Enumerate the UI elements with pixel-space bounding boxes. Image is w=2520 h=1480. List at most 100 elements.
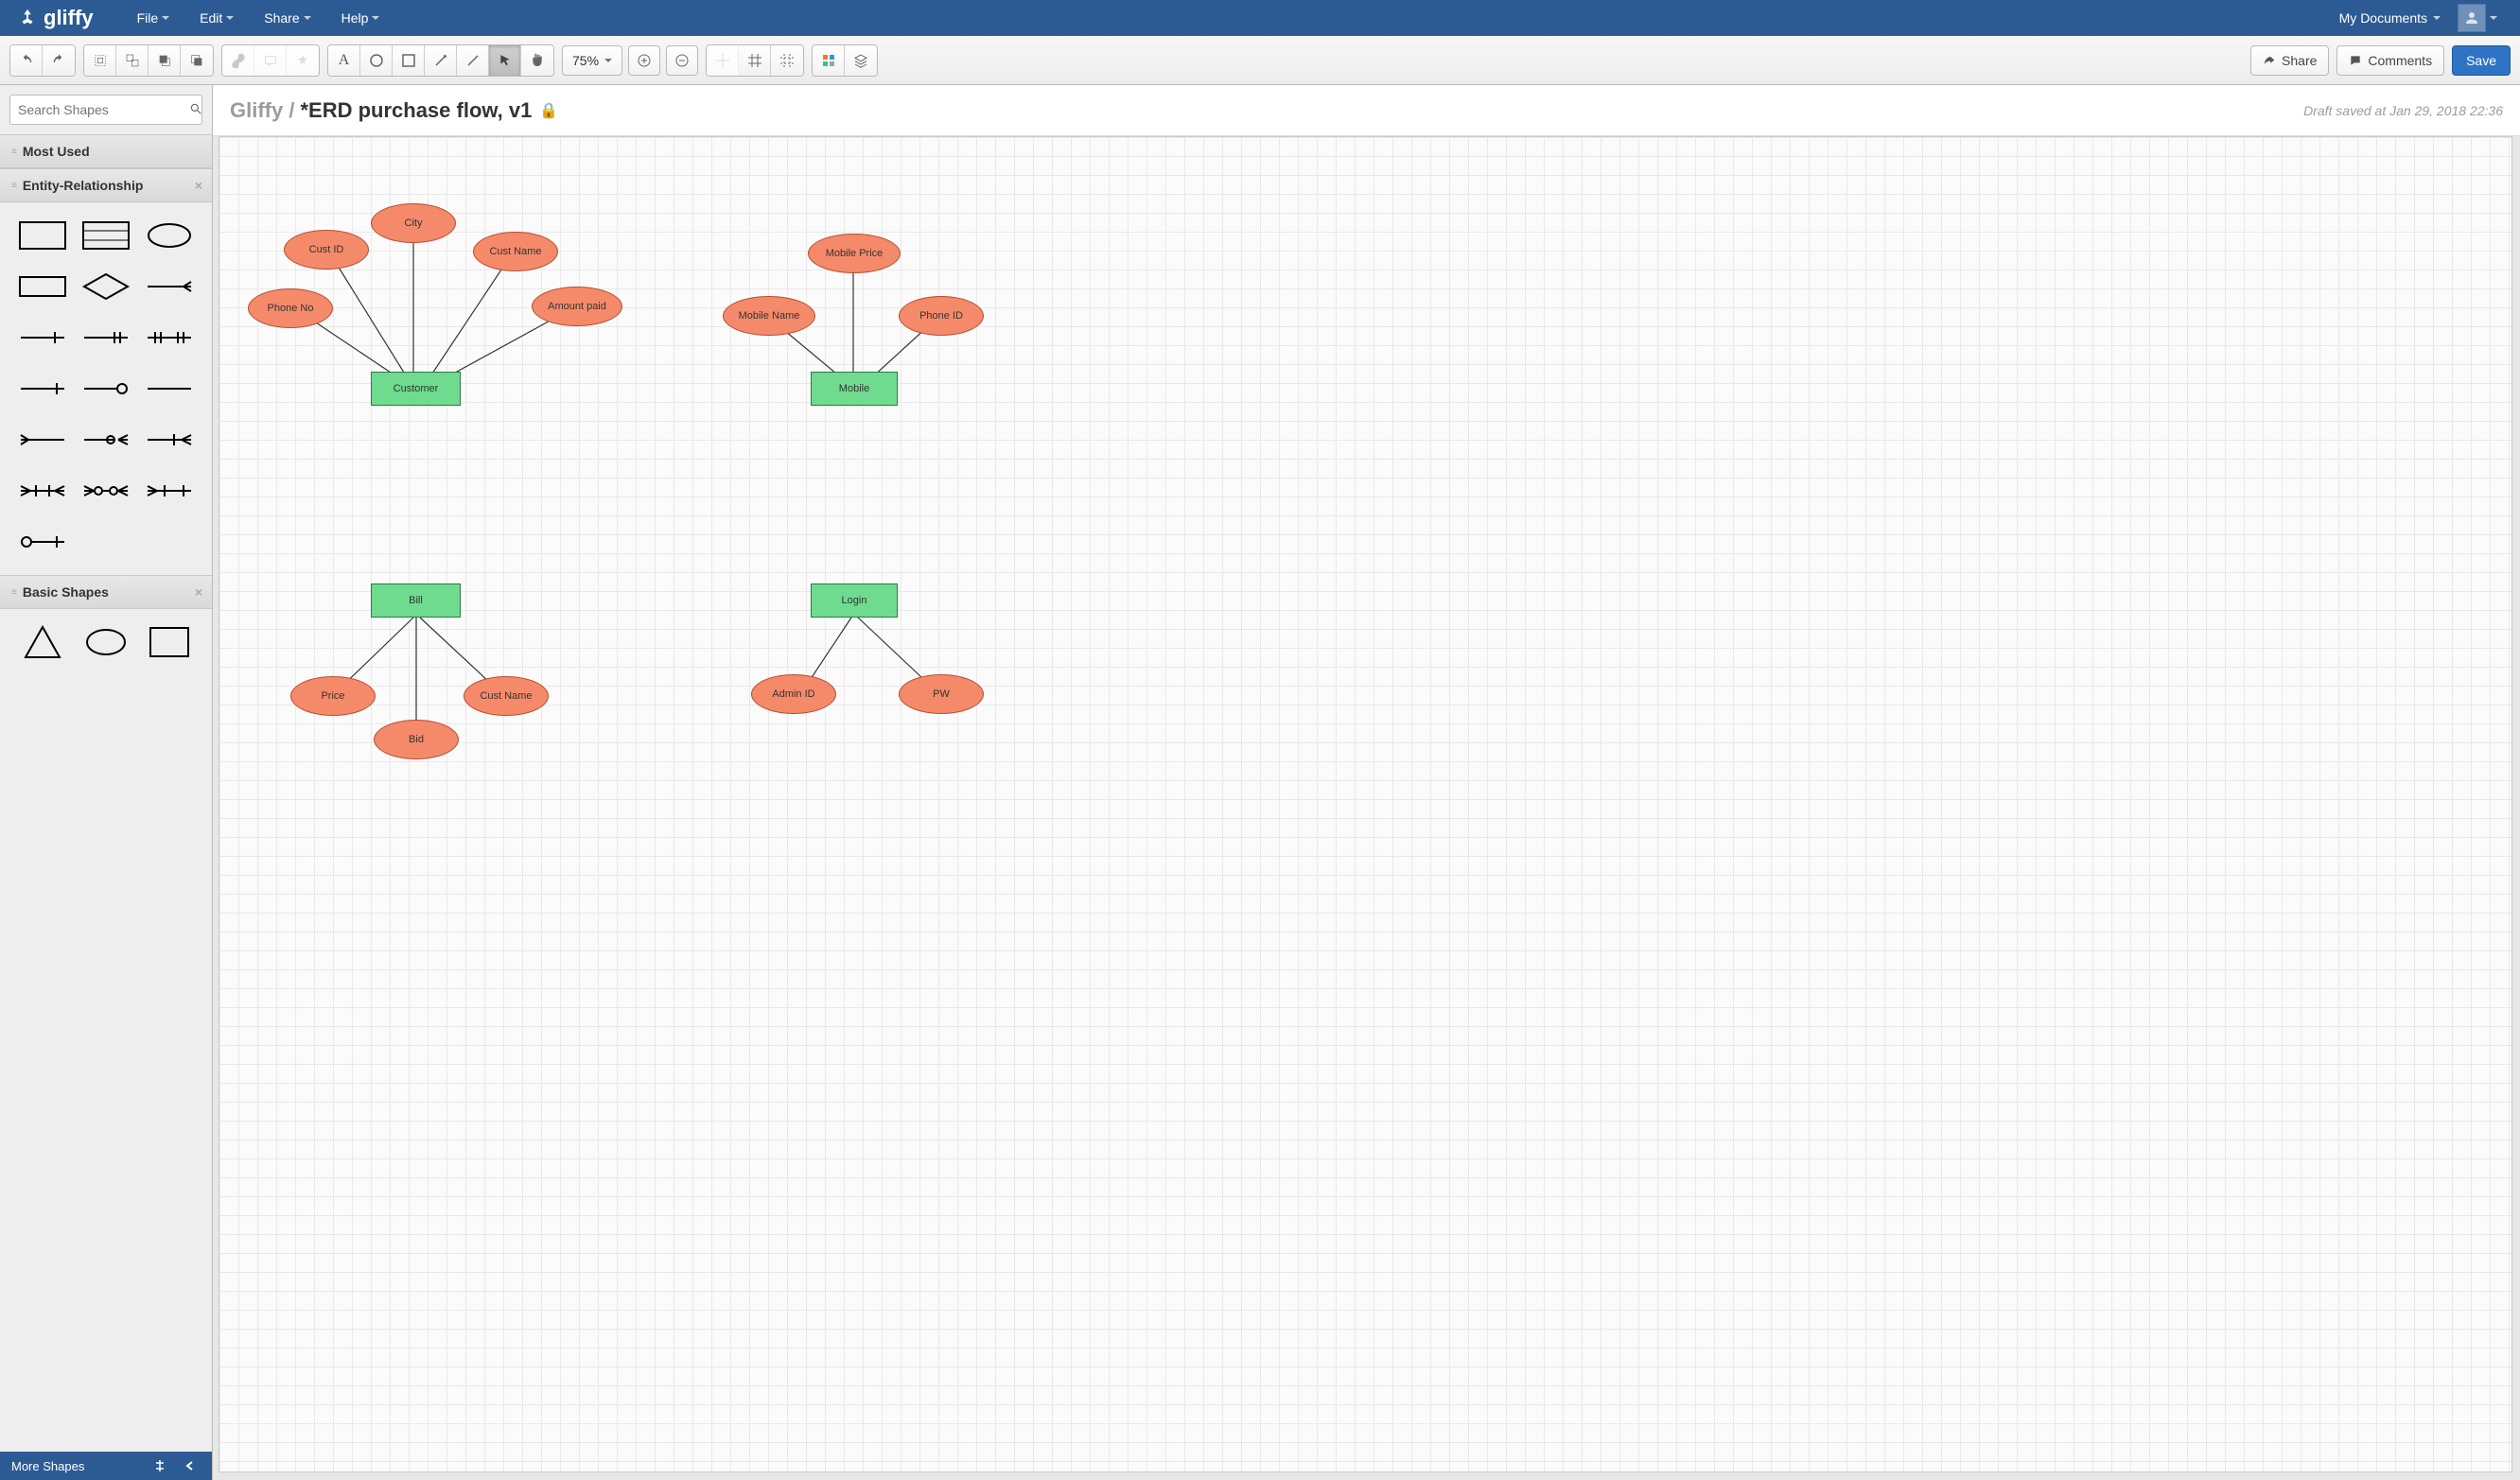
- shape-crow-circle-both[interactable]: [79, 471, 134, 511]
- attr-amount-paid[interactable]: Amount paid: [532, 287, 622, 326]
- sidebar-footer: More Shapes: [0, 1452, 212, 1480]
- shape-attribute[interactable]: [141, 216, 197, 255]
- pointer-tool-button[interactable]: [489, 45, 521, 76]
- close-icon[interactable]: ×: [195, 178, 202, 193]
- shape-crow-bar[interactable]: [141, 420, 197, 460]
- shape-line-simple[interactable]: [141, 369, 197, 409]
- attr-phone-no[interactable]: Phone No: [248, 288, 333, 328]
- user-avatar[interactable]: [2458, 4, 2486, 32]
- attr-cust-name[interactable]: Cust Name: [473, 232, 558, 271]
- menu-edit[interactable]: Edit: [184, 1, 249, 35]
- attr-phone-id[interactable]: Phone ID: [899, 296, 984, 336]
- section-basic-shapes[interactable]: ≡ Basic Shapes ×: [0, 575, 212, 609]
- text-tool-button[interactable]: A: [328, 45, 360, 76]
- send-back-icon: [189, 53, 204, 68]
- collapse-sidebar-button[interactable]: [180, 1455, 201, 1476]
- save-button[interactable]: Save: [2452, 45, 2511, 76]
- entity-bill[interactable]: Bill: [371, 583, 461, 618]
- attr-mobile-price[interactable]: Mobile Price: [808, 234, 901, 273]
- save-status: Draft saved at Jan 29, 2018 22:36: [2303, 103, 2503, 118]
- attr-bid[interactable]: Bid: [374, 720, 459, 759]
- rect-icon: [401, 53, 416, 68]
- entity-login[interactable]: Login: [811, 583, 898, 618]
- zoom-out-button[interactable]: [666, 45, 698, 76]
- layers-button[interactable]: [845, 45, 877, 76]
- attr-mobile-name[interactable]: Mobile Name: [723, 296, 815, 336]
- zoom-in-button[interactable]: [628, 45, 660, 76]
- breadcrumb[interactable]: Gliffy /: [230, 98, 294, 123]
- document-title[interactable]: *ERD purchase flow, v1: [300, 98, 532, 123]
- group-button[interactable]: [84, 45, 116, 76]
- redo-icon: [51, 53, 66, 68]
- shape-ellipse[interactable]: [79, 622, 134, 662]
- attr-admin-id[interactable]: Admin ID: [751, 674, 836, 714]
- shape-triangle[interactable]: [15, 622, 71, 662]
- shape-line-twobar[interactable]: [79, 318, 134, 357]
- more-shapes-button[interactable]: More Shapes: [11, 1459, 84, 1473]
- grid-button[interactable]: [739, 45, 771, 76]
- undo-button[interactable]: [10, 45, 43, 76]
- shape-crow-left[interactable]: [15, 420, 71, 460]
- section-most-used[interactable]: ≡ Most Used: [0, 134, 212, 168]
- ellipse-tool-button[interactable]: [360, 45, 393, 76]
- search-shapes-input[interactable]: [9, 95, 202, 125]
- shape-circle-bar[interactable]: [15, 522, 71, 562]
- menu-share[interactable]: Share: [249, 1, 325, 35]
- snap-button: [707, 45, 739, 76]
- rect-tool-button[interactable]: [393, 45, 425, 76]
- attr-price[interactable]: Price: [290, 676, 376, 716]
- attr-cust-id[interactable]: Cust ID: [284, 230, 369, 270]
- menu-file[interactable]: File: [122, 1, 185, 35]
- drawing-guides-toggle[interactable]: [149, 1455, 170, 1476]
- drag-handle-icon: ≡: [11, 181, 15, 191]
- shape-crow-circle[interactable]: [79, 420, 134, 460]
- shape-line-twobar-both[interactable]: [141, 318, 197, 357]
- app-logo[interactable]: gliffy: [17, 6, 94, 30]
- shape-relationship[interactable]: [79, 267, 134, 306]
- menu-my-documents[interactable]: My Documents: [2328, 1, 2452, 35]
- shape-line-circle[interactable]: [79, 369, 134, 409]
- attr-pw[interactable]: PW: [899, 674, 984, 714]
- bring-front-button[interactable]: [149, 45, 181, 76]
- share-icon: [2263, 54, 2276, 67]
- caret-down-icon: [226, 16, 234, 20]
- ungroup-button[interactable]: [116, 45, 149, 76]
- shape-crow-bar-both[interactable]: [15, 471, 71, 511]
- document-header: Gliffy / *ERD purchase flow, v1 🔒 Draft …: [213, 85, 2520, 136]
- guides-icon: [779, 53, 795, 68]
- connector-tool-button[interactable]: [425, 45, 457, 76]
- theme-button[interactable]: [813, 45, 845, 76]
- entity-customer[interactable]: Customer: [371, 372, 461, 406]
- diagram-canvas[interactable]: Phone No Cust ID City Cust Name Amount p…: [219, 136, 2512, 1472]
- shape-line-plain[interactable]: [15, 369, 71, 409]
- shape-weak-entity[interactable]: [15, 267, 71, 306]
- search-shapes-field[interactable]: [18, 102, 189, 117]
- attr-bill-cust-name[interactable]: Cust Name: [464, 676, 549, 716]
- zoom-level-dropdown[interactable]: 75%: [562, 45, 622, 76]
- pan-tool-button[interactable]: [521, 45, 553, 76]
- comments-button[interactable]: Comments: [2336, 45, 2444, 76]
- canvas-area: Gliffy / *ERD purchase flow, v1 🔒 Draft …: [213, 85, 2520, 1480]
- redo-button[interactable]: [43, 45, 75, 76]
- section-entity-relationship[interactable]: ≡ Entity-Relationship ×: [0, 168, 212, 202]
- shape-one-many-line[interactable]: [141, 267, 197, 306]
- menu-help[interactable]: Help: [326, 1, 395, 35]
- user-menu-caret[interactable]: [2486, 7, 2509, 29]
- line-tool-button[interactable]: [457, 45, 489, 76]
- note-icon: [263, 53, 278, 68]
- shape-crow-bar-right[interactable]: [141, 471, 197, 511]
- link-button: [222, 45, 254, 76]
- shape-entity[interactable]: [15, 216, 71, 255]
- close-icon[interactable]: ×: [195, 584, 202, 600]
- guides-button[interactable]: [771, 45, 803, 76]
- share-button[interactable]: Share: [2250, 45, 2329, 76]
- shape-entity-table[interactable]: [79, 216, 134, 255]
- shape-line-onebar[interactable]: [15, 318, 71, 357]
- shape-rectangle[interactable]: [141, 622, 197, 662]
- ungroup-icon: [125, 53, 140, 68]
- user-icon: [2463, 9, 2480, 26]
- drag-handle-icon: ≡: [11, 147, 15, 157]
- entity-mobile[interactable]: Mobile: [811, 372, 898, 406]
- send-back-button[interactable]: [181, 45, 213, 76]
- attr-city[interactable]: City: [371, 203, 456, 243]
